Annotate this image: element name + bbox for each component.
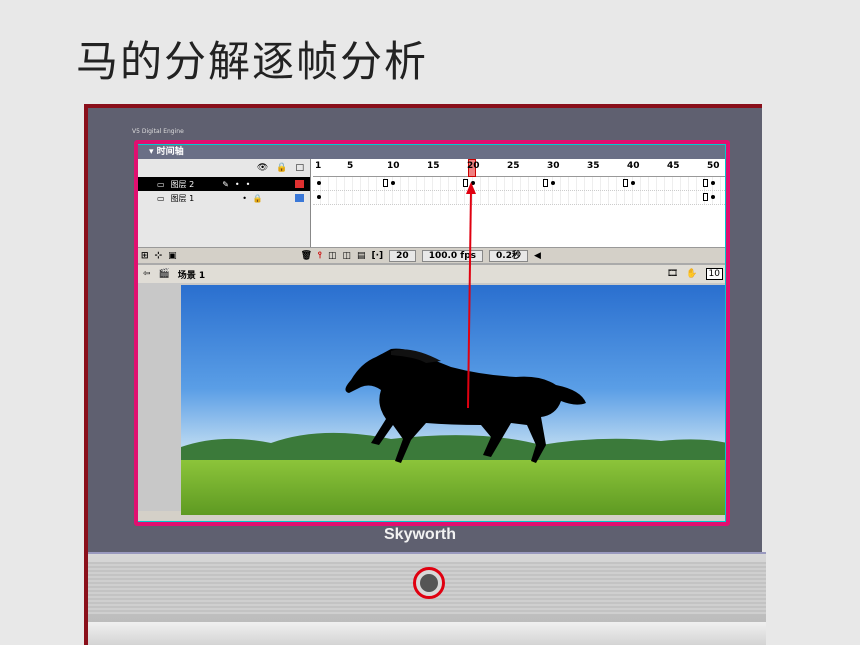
tv-set: V5 Digital Engine ▾ 时间轴 👁 🔒 □ ▭ 图层 2 ✎ •…	[84, 104, 766, 645]
screen-highlight-frame	[134, 140, 730, 526]
tv-brand-logo: Skyworth	[384, 526, 457, 543]
tv-stand	[88, 622, 766, 645]
tv-small-label: V5 Digital Engine	[132, 128, 184, 135]
slide-title: 马的分解逐帧分析	[76, 37, 429, 86]
power-button[interactable]	[413, 567, 445, 599]
